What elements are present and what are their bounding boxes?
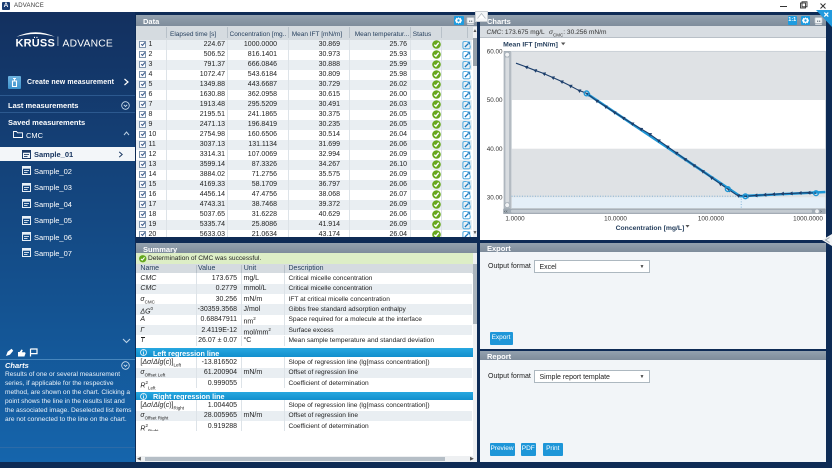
svg-text:40.00: 40.00 [487, 146, 503, 153]
svg-text:1.0000: 1.0000 [505, 216, 525, 223]
svg-text:1000.0000: 1000.0000 [793, 216, 823, 223]
svg-text:100.0000: 100.0000 [698, 216, 725, 223]
svg-text:‹‹: ‹‹ [504, 209, 508, 215]
svg-text:KRÜSS: KRÜSS [16, 37, 56, 50]
svg-text:›: › [820, 209, 822, 215]
svg-text:60.00: 60.00 [487, 49, 503, 56]
svg-text:10.0000: 10.0000 [604, 216, 627, 223]
svg-text:50.00: 50.00 [487, 97, 503, 104]
svg-text:Concentration [mg/L]: Concentration [mg/L] [616, 225, 685, 232]
svg-text:30.00: 30.00 [487, 195, 503, 202]
svg-text:Mean IFT [mN/m]: Mean IFT [mN/m] [503, 42, 558, 49]
svg-text:ADVANCE: ADVANCE [63, 38, 113, 49]
